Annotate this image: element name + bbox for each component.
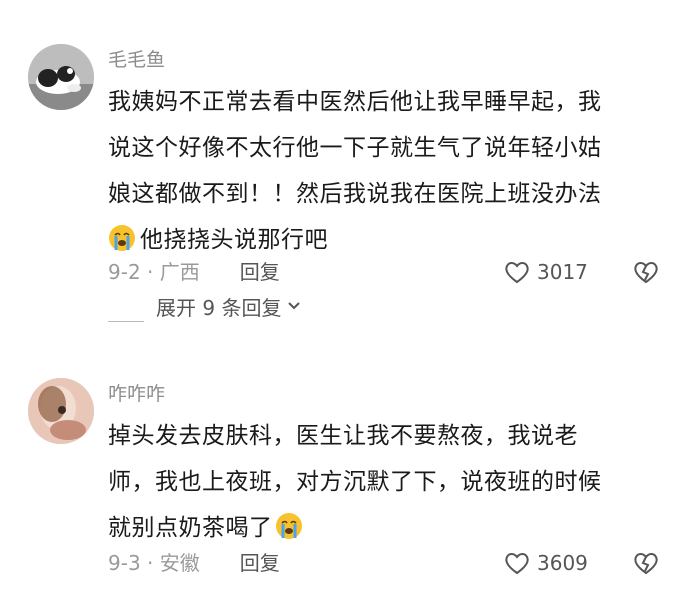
username[interactable]: 咋咋咋 — [108, 382, 165, 406]
like-count: 3609 — [537, 551, 588, 575]
date-location: 9-3 · 安徽 — [108, 551, 200, 575]
comment-text: 我姨妈不正常去看中医然后他让我早睡早起，我 说这个好像不太行他一下子就生气了说年… — [108, 79, 663, 263]
comment-line: 就别点奶茶喝了 — [108, 515, 273, 541]
heart-icon — [503, 258, 531, 286]
date-location: 9-2 · 广西 — [108, 260, 200, 284]
chevron-down-icon — [287, 294, 301, 309]
comment-line: 掉头发去皮肤科，医生让我不要熬夜，我说老 — [108, 423, 578, 449]
reply-button[interactable]: 回复 — [240, 260, 280, 284]
dislike-button[interactable] — [632, 549, 660, 577]
reply-button[interactable]: 回复 — [240, 551, 280, 575]
comment-line-with-emoji: 就别点奶茶喝了 — [108, 505, 663, 551]
like-count: 3017 — [537, 260, 588, 284]
comment-line: 说这个好像不太行他一下子就生气了说年轻小姑 — [108, 135, 602, 161]
crying-face-icon — [275, 512, 303, 540]
crying-face-icon — [108, 224, 136, 252]
broken-heart-icon — [632, 549, 660, 577]
divider-line — [108, 321, 144, 322]
comment-line: 娘这都做不到！！然后我说我在医院上班没办法 — [108, 181, 602, 207]
dislike-button[interactable] — [632, 258, 660, 286]
comment-line: 师，我也上夜班，对方沉默了下，说夜班的时候 — [108, 469, 602, 495]
comment-text: 掉头发去皮肤科，医生让我不要熬夜，我说老 师，我也上夜班，对方沉默了下，说夜班的… — [108, 413, 663, 551]
broken-heart-icon — [632, 258, 660, 286]
comment-meta: 9-2 · 广西 回复 — [108, 258, 280, 286]
like-button[interactable]: 3609 — [503, 549, 588, 577]
expand-replies-label: 展开 9 条回复 — [156, 292, 301, 321]
cat-avatar[interactable] — [28, 44, 94, 110]
username[interactable]: 毛毛鱼 — [108, 48, 165, 72]
heart-icon — [503, 549, 531, 577]
comment-line: 我姨妈不正常去看中医然后他让我早睡早起，我 — [108, 89, 602, 115]
comment-meta: 9-3 · 安徽 回复 — [108, 549, 280, 577]
person-avatar[interactable] — [28, 378, 94, 444]
like-button[interactable]: 3017 — [503, 258, 588, 286]
comment-line: 他挠挠头说那行吧 — [140, 227, 328, 253]
comment-line-with-emoji: 他挠挠头说那行吧 — [108, 217, 663, 263]
